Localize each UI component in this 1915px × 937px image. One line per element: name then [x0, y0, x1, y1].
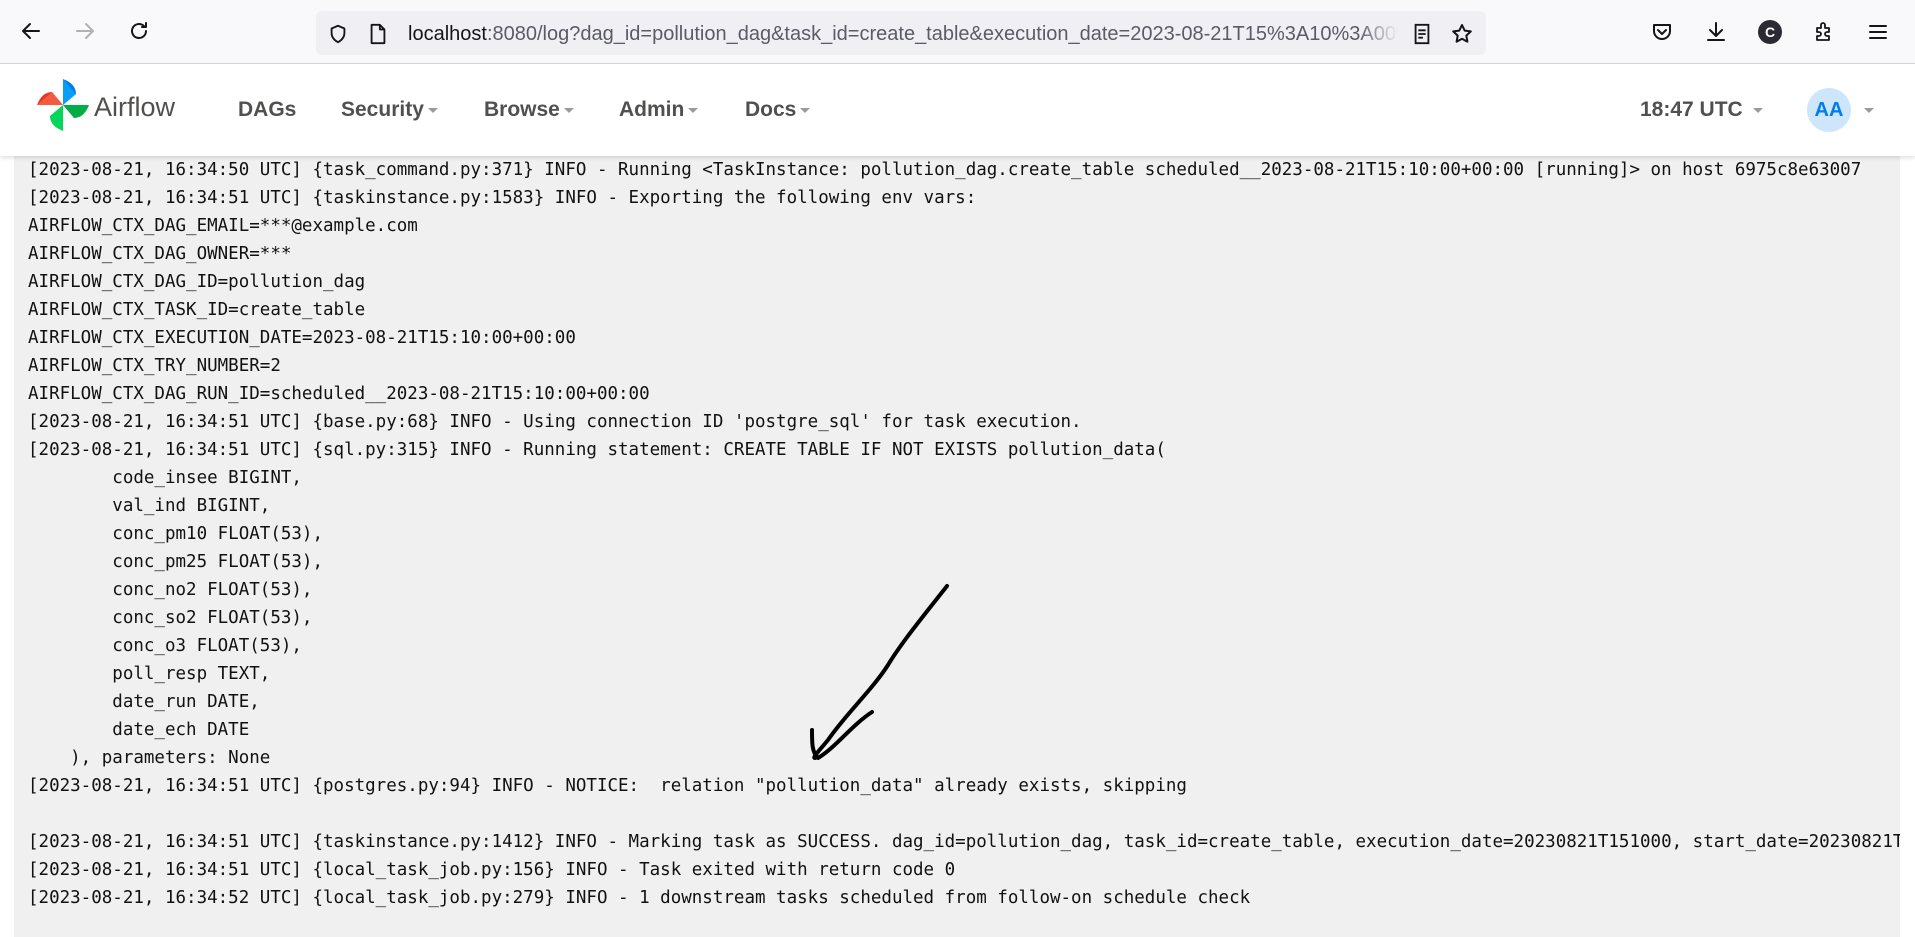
log-line: AIRFLOW_CTX_EXECUTION_DATE=2023-08-21T15…	[28, 328, 576, 348]
menu-security-label: Security	[341, 98, 424, 121]
menu-browse-label: Browse	[484, 98, 560, 121]
log-line: AIRFLOW_CTX_DAG_RUN_ID=scheduled__2023-0…	[28, 384, 650, 404]
user-avatar[interactable]: AA	[1807, 88, 1851, 132]
extensions-icon[interactable]	[1810, 18, 1838, 46]
log-panel: [2023-08-21, 16:34:50 UTC] {task_command…	[14, 156, 1900, 937]
log-line: AIRFLOW_CTX_TASK_ID=create_table	[28, 300, 366, 320]
menu-admin[interactable]: Admin	[619, 98, 699, 122]
log-line: conc_pm25 FLOAT(53),	[28, 552, 324, 572]
log-line: conc_so2 FLOAT(53),	[28, 608, 313, 628]
bookmark-star-icon[interactable]	[1450, 22, 1474, 46]
log-line: [2023-08-21, 16:34:52 UTC] {local_task_j…	[28, 888, 1251, 908]
hamburger-menu-icon[interactable]	[1864, 18, 1892, 46]
caret-down-icon	[688, 107, 699, 113]
menu-browse[interactable]: Browse	[484, 98, 574, 122]
back-arrow-icon[interactable]	[16, 16, 46, 46]
log-line: AIRFLOW_CTX_TRY_NUMBER=2	[28, 356, 281, 376]
browser-toolbar: localhost:8080/log?dag_id=pollution_dag&…	[0, 0, 1915, 64]
log-line: code_insee BIGINT,	[28, 468, 302, 488]
url-path: :8080/log?dag_id=pollution_dag&task_id=c…	[486, 23, 1398, 45]
shield-icon[interactable]	[326, 22, 350, 46]
url-text[interactable]: localhost:8080/log?dag_id=pollution_dag&…	[408, 22, 1398, 46]
menu-admin-label: Admin	[619, 98, 685, 121]
profile-letter: C	[1758, 20, 1782, 44]
log-line: [2023-08-21, 16:34:51 UTC] {local_task_j…	[28, 860, 956, 880]
log-line: val_ind BIGINT,	[28, 496, 271, 516]
caret-down-icon[interactable]	[1864, 108, 1874, 113]
forward-arrow-icon[interactable]	[70, 16, 100, 46]
log-line: AIRFLOW_CTX_DAG_EMAIL=***@example.com	[28, 216, 418, 236]
menu-dags[interactable]: DAGs	[238, 98, 296, 122]
log-line: [2023-08-21, 16:34:51 UTC] {taskinstance…	[28, 188, 977, 208]
airflow-navbar: Airflow DAGs Security Browse Admin Docs …	[0, 64, 1915, 156]
caret-down-icon	[1752, 107, 1763, 113]
log-line: [2023-08-21, 16:34:50 UTC] {task_command…	[28, 160, 1862, 180]
log-line: [2023-08-21, 16:34:51 UTC] {base.py:68} …	[28, 412, 1082, 432]
address-bar[interactable]: localhost:8080/log?dag_id=pollution_dag&…	[316, 11, 1486, 55]
airflow-brand[interactable]: Airflow	[94, 92, 175, 123]
log-line: ), parameters: None	[28, 748, 271, 768]
airflow-logo[interactable]	[34, 76, 92, 134]
log-line: conc_no2 FLOAT(53),	[28, 580, 313, 600]
log-line: poll_resp TEXT,	[28, 664, 271, 684]
log-line: [2023-08-21, 16:34:51 UTC] {taskinstance…	[28, 832, 1900, 852]
log-line: AIRFLOW_CTX_DAG_OWNER=***	[28, 244, 292, 264]
log-line: AIRFLOW_CTX_DAG_ID=pollution_dag	[28, 272, 366, 292]
log-text: [2023-08-21, 16:34:50 UTC] {task_command…	[28, 156, 1900, 912]
log-line: conc_o3 FLOAT(53),	[28, 636, 302, 656]
reader-view-icon[interactable]	[1410, 22, 1434, 46]
caret-down-icon	[800, 107, 811, 113]
caret-down-icon	[427, 107, 438, 113]
menu-security[interactable]: Security	[341, 98, 438, 122]
caret-down-icon	[563, 107, 574, 113]
pocket-icon[interactable]	[1648, 18, 1676, 46]
log-line: date_run DATE,	[28, 692, 260, 712]
download-icon[interactable]	[1702, 18, 1730, 46]
reload-icon[interactable]	[124, 16, 154, 46]
log-line: [2023-08-21, 16:34:51 UTC] {sql.py:315} …	[28, 440, 1166, 460]
utc-clock-label: 18:47 UTC	[1640, 98, 1743, 121]
log-line: conc_pm10 FLOAT(53),	[28, 524, 324, 544]
url-host: localhost	[408, 23, 487, 45]
menu-docs-label: Docs	[745, 98, 797, 121]
log-line: date_ech DATE	[28, 720, 250, 740]
menu-docs[interactable]: Docs	[745, 98, 811, 122]
profile-icon[interactable]: C	[1756, 18, 1784, 46]
menu-dags-label: DAGs	[238, 98, 297, 121]
log-line: [2023-08-21, 16:34:51 UTC] {postgres.py:…	[28, 776, 1187, 796]
page-icon[interactable]	[366, 22, 390, 46]
utc-clock[interactable]: 18:47 UTC	[1640, 98, 1763, 122]
